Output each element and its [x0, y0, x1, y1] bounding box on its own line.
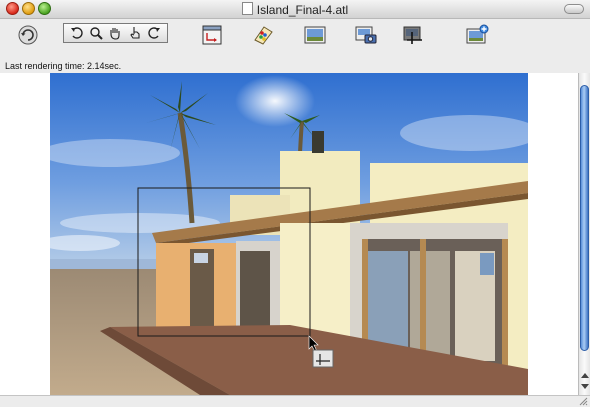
- pointing-hand-icon: [130, 27, 140, 39]
- app-window: Island_Final-4.atl Last rendering time: …: [0, 0, 590, 407]
- render-region-button[interactable]: [401, 23, 425, 47]
- hand-icon: [110, 28, 121, 40]
- landscape-image-icon: [304, 26, 326, 44]
- canvas-area[interactable]: [0, 73, 578, 395]
- palette-button[interactable]: [251, 23, 275, 47]
- window-crop-icon: [202, 25, 222, 45]
- document-icon: [241, 2, 253, 15]
- resize-grip-icon[interactable]: [579, 397, 588, 406]
- undo-arrow-icon: [70, 27, 83, 39]
- scroll-thumb[interactable]: [580, 85, 589, 351]
- redo-arrow-icon: [148, 27, 161, 39]
- scroll-down-arrow-icon[interactable]: [581, 384, 589, 389]
- refresh-circle-icon: [18, 25, 38, 45]
- select-hand-button[interactable]: [126, 24, 144, 42]
- toolbar-toggle-button[interactable]: [564, 4, 584, 14]
- image-plus-icon: [466, 24, 489, 44]
- camera-image-icon: [355, 26, 377, 44]
- window-title-group: Island_Final-4.atl: [0, 2, 590, 17]
- toolbar: [0, 19, 590, 57]
- window-title: Island_Final-4.atl: [256, 3, 349, 17]
- redo-view-button[interactable]: [145, 24, 163, 42]
- undo-view-button[interactable]: [68, 24, 86, 42]
- rendering-status: Last rendering time: 2.14sec.: [0, 59, 590, 73]
- zoom-button[interactable]: [87, 24, 105, 42]
- bottom-bar: [0, 395, 590, 407]
- camera-render-button[interactable]: [354, 23, 378, 47]
- magnifier-icon: [90, 27, 103, 40]
- view-tools-group: [63, 23, 168, 43]
- vertical-scrollbar[interactable]: [578, 73, 590, 395]
- frame-crop-button[interactable]: [200, 23, 224, 47]
- rotate-view-button[interactable]: [16, 23, 40, 47]
- add-image-button[interactable]: [464, 23, 490, 47]
- scroll-up-arrow-icon[interactable]: [581, 373, 589, 378]
- rendered-image[interactable]: [50, 73, 528, 395]
- title-bar[interactable]: Island_Final-4.atl: [0, 0, 590, 19]
- color-palette-icon: [254, 26, 273, 45]
- crop-region-icon: [403, 26, 422, 44]
- pan-hand-button[interactable]: [106, 24, 124, 42]
- render-image-button[interactable]: [303, 23, 327, 47]
